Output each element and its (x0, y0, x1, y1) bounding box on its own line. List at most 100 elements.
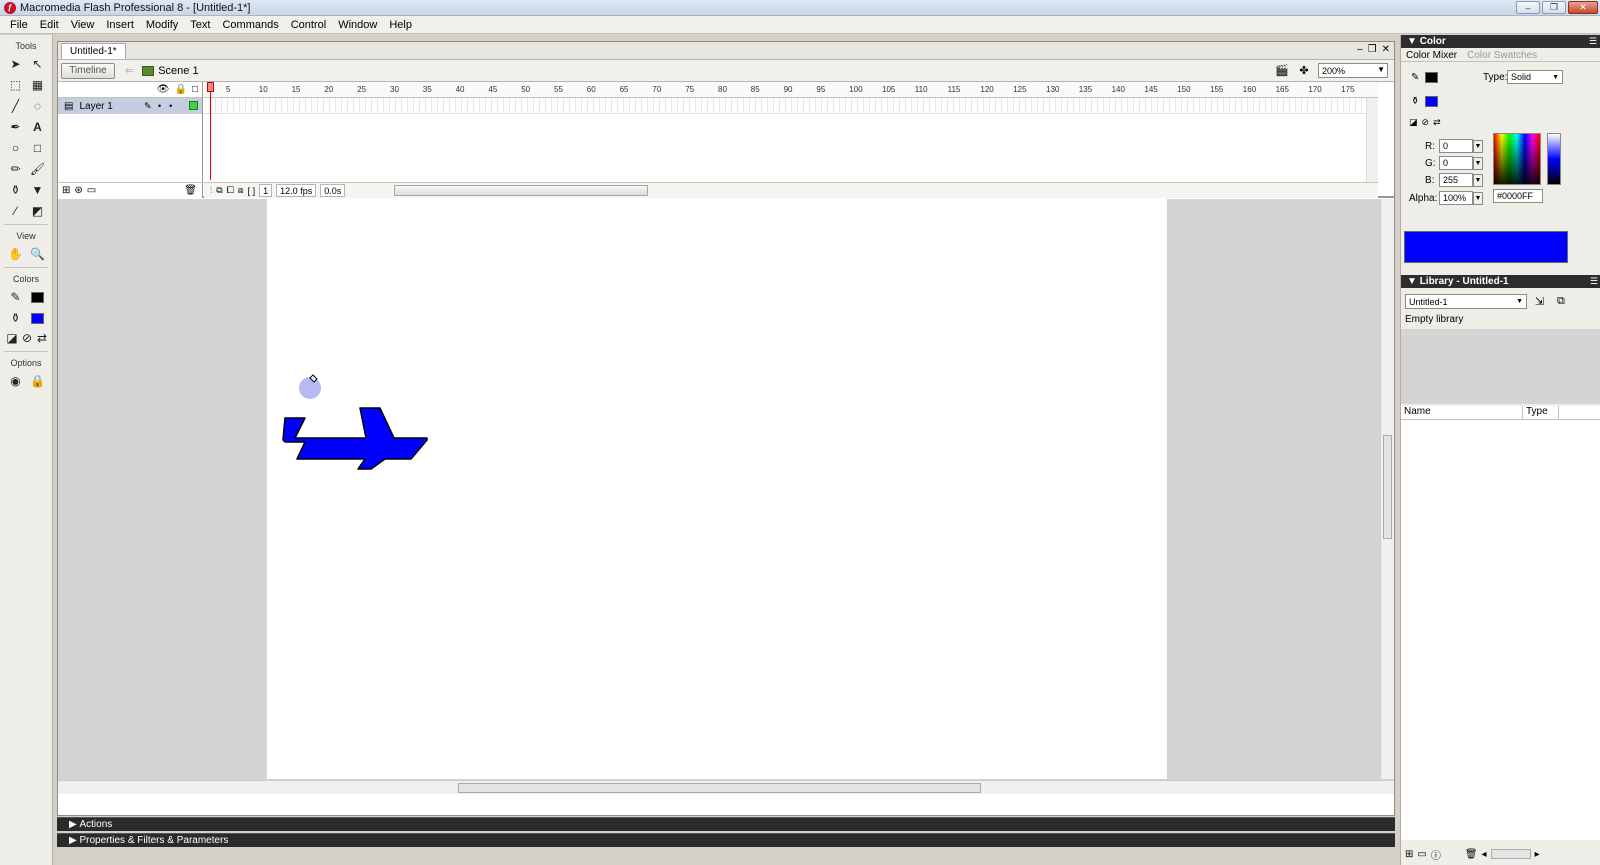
stage-area[interactable] (58, 199, 1394, 794)
fill-color-swatch[interactable] (27, 308, 48, 328)
new-symbol-icon[interactable]: ⊞ (1405, 849, 1413, 860)
insert-folder-icon[interactable]: ▭ (87, 185, 96, 196)
blue-arrow-shape[interactable] (282, 407, 428, 470)
lock-fill-icon[interactable]: 🔒 (27, 371, 48, 391)
document-tab[interactable]: Untitled-1* (61, 43, 126, 59)
menu-file[interactable]: File (4, 19, 34, 31)
lock-icon[interactable]: 🔒 (175, 84, 187, 95)
back-arrow-icon[interactable]: ⇐ (125, 64, 134, 77)
doc-close-icon[interactable]: ✕ (1382, 44, 1390, 55)
col-name[interactable]: Name (1401, 406, 1523, 419)
close-button[interactable]: ✕ (1568, 1, 1598, 14)
zoom-tool-icon[interactable]: 🔍 (27, 244, 48, 264)
scroll-left-icon[interactable]: ◂ (1482, 849, 1487, 860)
timeline-toggle-button[interactable]: Timeline (61, 62, 115, 79)
fill-transform-tool-icon[interactable]: ▦ (27, 75, 48, 95)
chevron-down-icon[interactable]: ▼ (1473, 157, 1483, 170)
menu-control[interactable]: Control (285, 19, 332, 31)
pen-tool-icon[interactable]: ✒ (5, 117, 26, 137)
eyedropper-tool-icon[interactable]: ⁄ (5, 201, 26, 221)
stage[interactable] (267, 199, 1167, 779)
brush-tool-icon[interactable]: 🖌 (27, 159, 48, 179)
chevron-down-icon[interactable]: ▼ (1473, 192, 1483, 205)
outline-icon[interactable]: □ (192, 84, 198, 95)
color-panel-header[interactable]: ▼ Color ☰ (1401, 35, 1600, 48)
selection-tool-icon[interactable]: ➤ (5, 54, 26, 74)
menu-help[interactable]: Help (383, 19, 418, 31)
layer-row[interactable]: ▤ Layer 1 ✎ •• (58, 98, 202, 114)
rectangle-tool-icon[interactable]: □ (27, 138, 48, 158)
color-spectrum[interactable] (1493, 133, 1541, 185)
no-color-icon[interactable]: ⊘ (20, 328, 34, 348)
black-white-icon[interactable]: ◪ (5, 328, 19, 348)
library-hscroll-thumb[interactable] (1490, 849, 1531, 859)
lasso-tool-icon[interactable]: ◌ (27, 96, 48, 116)
alpha-input[interactable]: 100% ▼ (1439, 191, 1483, 205)
zoom-select[interactable]: 200% ▼ (1318, 63, 1388, 78)
library-list[interactable] (1401, 420, 1600, 840)
oval-tool-icon[interactable]: ○ (5, 138, 26, 158)
g-input[interactable]: 0 ▼ (1439, 156, 1483, 170)
layer-color-square[interactable] (189, 101, 198, 110)
chevron-down-icon[interactable]: ▼ (1473, 174, 1483, 187)
center-frame-icon[interactable]: ⫶ (210, 185, 212, 196)
library-document-select[interactable]: Untitled-1 ▼ (1405, 294, 1527, 309)
swap-colors-icon[interactable]: ⇄ (1433, 117, 1441, 128)
tab-color-mixer[interactable]: Color Mixer (1401, 50, 1462, 61)
onion-skin-icon[interactable]: ⧉ (216, 185, 222, 196)
black-white-icon[interactable]: ◪ (1409, 117, 1418, 128)
add-guide-layer-icon[interactable]: ⊛ (74, 185, 82, 196)
frame-row[interactable] (204, 98, 1378, 114)
hand-tool-icon[interactable]: ✋ (5, 244, 26, 264)
pencil-tool-icon[interactable]: ✏ (5, 159, 26, 179)
frame-ruler[interactable]: 5 10 15 20 25 30 35 40 45 50 55 60 65 70 75 80 85 90 95 100… (204, 82, 1378, 98)
brightness-slider[interactable] (1547, 133, 1561, 185)
swap-colors-icon[interactable]: ⇄ (35, 328, 49, 348)
no-color-icon[interactable]: ⊘ (1422, 117, 1430, 128)
text-tool-icon[interactable]: A (27, 117, 48, 137)
gap-size-icon[interactable]: ◉ (5, 371, 26, 391)
free-transform-tool-icon[interactable]: ⬚ (5, 75, 26, 95)
menu-view[interactable]: View (65, 19, 101, 31)
layer-toggle-dots[interactable]: •• (158, 101, 180, 111)
stroke-color-swatch[interactable] (27, 287, 48, 307)
edit-multiple-icon[interactable]: ⧈ (238, 185, 244, 196)
eraser-tool-icon[interactable]: ◩ (27, 201, 48, 221)
r-input[interactable]: 0 ▼ (1439, 139, 1483, 153)
frame-rate[interactable]: 12.0 fps (276, 184, 317, 197)
menu-commands[interactable]: Commands (216, 19, 284, 31)
paint-bucket-tool-icon[interactable]: ▼ (27, 180, 48, 200)
properties-panel[interactable]: ▶ Properties & Filters & Parameters (57, 833, 1395, 847)
subselection-tool-icon[interactable]: ↖ (27, 54, 48, 74)
doc-minimize-icon[interactable]: – (1357, 44, 1363, 55)
stage-vscroll[interactable] (1380, 199, 1394, 779)
new-folder-icon[interactable]: ▭ (1417, 849, 1426, 860)
fill-swatch[interactable] (1425, 96, 1439, 107)
library-panel-header[interactable]: ▼ Library - Untitled-1 ☰ (1401, 275, 1600, 288)
stroke-swatch[interactable] (1425, 72, 1439, 83)
delete-icon[interactable]: 🗑 (1465, 849, 1478, 860)
menu-edit[interactable]: Edit (34, 19, 65, 31)
edit-scene-icon[interactable]: 🎬 (1274, 64, 1290, 78)
hscroll-thumb[interactable] (458, 783, 981, 793)
menu-modify[interactable]: Modify (140, 19, 184, 31)
playhead[interactable] (207, 82, 214, 180)
scene-label[interactable]: Scene 1 (158, 65, 198, 77)
col-type[interactable]: Type (1523, 406, 1559, 419)
onion-markers-icon[interactable]: [ ] (248, 186, 256, 196)
timeline-hscroll[interactable] (394, 185, 648, 196)
insert-layer-icon[interactable]: ⊞ (62, 185, 70, 196)
doc-restore-icon[interactable]: ❐ (1368, 44, 1377, 55)
menu-text[interactable]: Text (184, 19, 216, 31)
tab-color-swatches[interactable]: Color Swatches (1462, 50, 1542, 61)
menu-insert[interactable]: Insert (100, 19, 140, 31)
panel-options-icon[interactable]: ☰ (1590, 276, 1598, 287)
minimize-button[interactable]: – (1516, 1, 1540, 14)
line-tool-icon[interactable]: ╱ (5, 96, 26, 116)
trash-icon[interactable]: 🗑 (184, 185, 197, 196)
type-select[interactable]: Solid ▼ (1507, 70, 1563, 84)
properties-icon[interactable]: ⓘ (1431, 847, 1441, 862)
panel-options-icon[interactable]: ☰ (1589, 36, 1597, 47)
menu-window[interactable]: Window (332, 19, 383, 31)
stage-canvas[interactable] (267, 199, 1167, 779)
